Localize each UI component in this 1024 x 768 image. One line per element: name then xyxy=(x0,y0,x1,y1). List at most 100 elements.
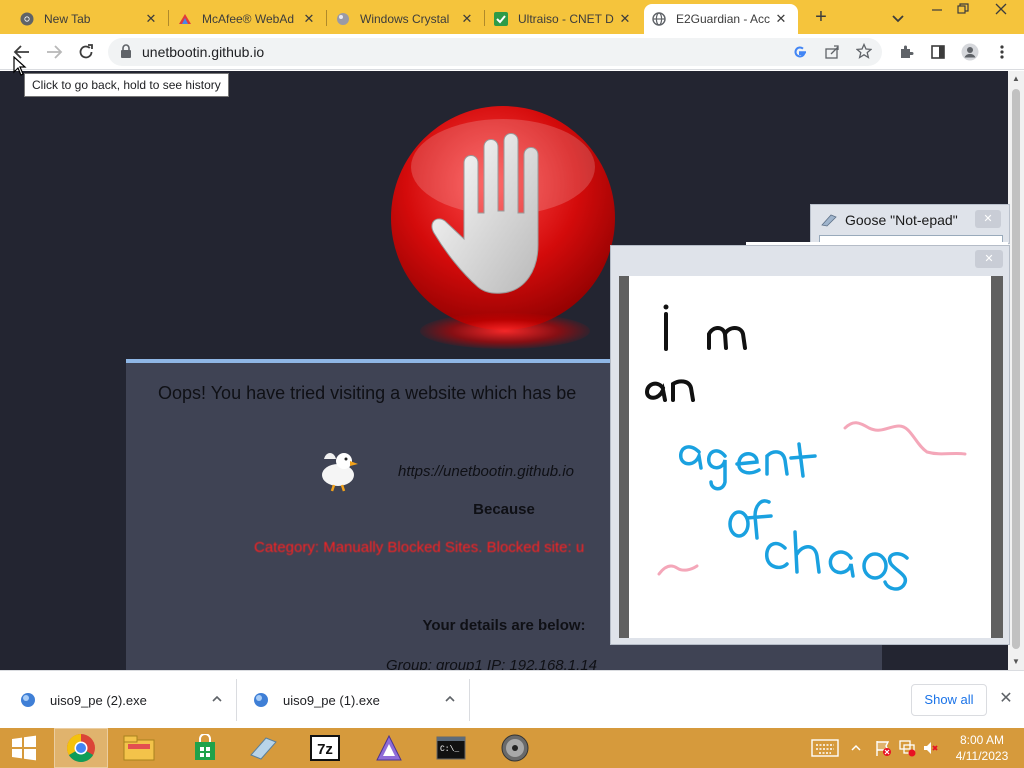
crystal-icon xyxy=(336,12,350,26)
crystal-icon xyxy=(250,737,277,760)
notepad-frame xyxy=(619,276,1003,638)
taskbar-cmd[interactable]: C:\_ xyxy=(424,728,478,768)
tab-title: McAfee® WebAd xyxy=(202,12,294,26)
action-center-flag-icon[interactable] xyxy=(872,728,894,768)
address-bar[interactable]: unetbootin.github.io xyxy=(108,38,882,66)
chevron-up-icon[interactable] xyxy=(202,693,232,708)
scroll-down-icon[interactable]: ▼ xyxy=(1008,654,1024,670)
new-tab-button[interactable]: + xyxy=(808,6,834,30)
clock-time: 8:00 AM xyxy=(959,733,1005,747)
tab-close-icon[interactable]: ✕ xyxy=(142,11,160,27)
tab-e2guardian[interactable]: E2Guardian - Acc ✕ xyxy=(644,4,798,34)
store-icon xyxy=(195,734,215,760)
app-icon xyxy=(376,734,402,761)
taskbar-store[interactable] xyxy=(178,728,232,768)
show-all-button[interactable]: Show all xyxy=(911,684,987,716)
cmd-label: C:\_ xyxy=(440,745,459,754)
notepad-close-button[interactable]: ✕ xyxy=(975,250,1003,268)
mouse-cursor-icon xyxy=(13,56,27,76)
reload-button[interactable] xyxy=(76,42,96,62)
group-ip-text: Group: group1 IP: 192.168.1.14 xyxy=(386,657,597,670)
back-tooltip: Click to go back, hold to see history xyxy=(24,73,229,97)
taskbar-crystal[interactable] xyxy=(236,728,290,768)
file-explorer-icon xyxy=(123,735,155,761)
mcafee-icon xyxy=(178,12,192,26)
volume-muted-icon[interactable] xyxy=(920,728,942,768)
touch-keyboard-icon[interactable] xyxy=(810,728,840,768)
taskbar-file-explorer[interactable] xyxy=(112,728,166,768)
globe-icon xyxy=(652,12,666,26)
clock-date: 4/11/2023 xyxy=(955,749,1009,763)
download-filename: uiso9_pe (2).exe xyxy=(50,692,147,708)
downloads-close-icon[interactable]: ✕ xyxy=(996,689,1016,709)
side-panel-icon[interactable] xyxy=(928,42,948,62)
7zip-icon: 7z xyxy=(310,735,340,761)
lock-icon[interactable] xyxy=(120,44,132,63)
stop-glow xyxy=(420,313,590,349)
goose-icon xyxy=(322,453,358,492)
tab-strip: New Tab ✕ McAfee® WebAd ✕ Windows Crysta… xyxy=(0,0,1024,34)
taskbar-chrome[interactable] xyxy=(54,728,108,768)
blocked-url: https://unetbootin.github.io xyxy=(398,463,574,480)
disc-icon xyxy=(501,734,529,762)
tab-mcafee[interactable]: McAfee® WebAd ✕ xyxy=(170,4,326,34)
taskbar: 7z C:\_ 8:00 AM 4/11/2023 xyxy=(0,728,1024,768)
share-icon[interactable] xyxy=(824,44,840,65)
url-text[interactable]: unetbootin.github.io xyxy=(142,44,264,60)
tab-title: E2Guardian - Acc xyxy=(676,12,771,26)
menu-kebab-icon[interactable] xyxy=(992,42,1012,62)
tab-close-icon[interactable]: ✕ xyxy=(458,11,476,27)
tab-title: Windows Crystal xyxy=(360,12,450,26)
goose-notepad-window[interactable]: ✕ xyxy=(610,245,1010,645)
chevron-up-icon[interactable] xyxy=(435,693,465,708)
restore-icon[interactable] xyxy=(946,0,980,22)
network-icon[interactable] xyxy=(896,728,918,768)
extensions-icon[interactable] xyxy=(896,42,916,62)
handwriting-drawing xyxy=(644,304,967,591)
system-clock[interactable]: 8:00 AM 4/11/2023 xyxy=(948,732,1016,764)
tab-close-icon[interactable]: ✕ xyxy=(772,11,790,27)
tab-ultraiso-cnet[interactable]: Ultraiso - CNET D ✕ xyxy=(486,4,642,34)
downloads-bar: uiso9_pe (2).exe uiso9_pe (1).exe Show a… xyxy=(0,670,1024,728)
tab-new-tab[interactable]: New Tab ✕ xyxy=(12,4,168,34)
download-filename: uiso9_pe (1).exe xyxy=(283,692,380,708)
tab-title: New Tab xyxy=(44,12,91,26)
taskbar-disc[interactable] xyxy=(488,728,542,768)
stop-hand-icon xyxy=(391,106,615,330)
tab-windows-crystal[interactable]: Windows Crystal ✕ xyxy=(328,4,484,34)
start-button[interactable] xyxy=(0,728,48,768)
tab-close-icon[interactable]: ✕ xyxy=(300,11,318,27)
tab-title: Ultraiso - CNET D xyxy=(518,12,614,26)
scrollbar-thumb[interactable] xyxy=(1012,89,1020,649)
window-close-icon[interactable] xyxy=(984,0,1018,22)
download-item[interactable]: uiso9_pe (2).exe xyxy=(0,671,232,729)
google-icon[interactable] xyxy=(792,44,808,65)
tab-search-icon[interactable] xyxy=(888,8,908,28)
tray-expand-icon[interactable] xyxy=(848,728,864,768)
profile-avatar-icon[interactable] xyxy=(960,42,980,62)
block-heading: Oops! You have tried visiting a website … xyxy=(158,383,577,403)
browser-toolbar: unetbootin.github.io xyxy=(0,34,1024,70)
forward-button[interactable] xyxy=(44,42,64,62)
windows-logo-icon xyxy=(12,735,36,761)
taskbar-7zip[interactable]: 7z xyxy=(298,728,352,768)
cmd-icon: C:\_ xyxy=(436,736,466,760)
page-scrollbar[interactable]: ▲ ▼ xyxy=(1008,71,1024,670)
scroll-up-icon[interactable]: ▲ xyxy=(1008,71,1024,87)
7zip-label: 7z xyxy=(317,741,333,758)
cnet-icon xyxy=(494,12,508,26)
tab-close-icon[interactable]: ✕ xyxy=(616,11,634,27)
notepad-icon xyxy=(821,214,837,227)
notepad-title: Goose "Not-epad" xyxy=(845,212,958,228)
block-category: Category: Manually Blocked Sites. Blocke… xyxy=(254,539,585,556)
goose-notepad-window-back[interactable]: Goose "Not-epad" ✕ xyxy=(810,204,1010,245)
drawing-canvas[interactable] xyxy=(629,276,991,638)
chrome-icon xyxy=(67,734,95,762)
chrome-icon xyxy=(20,12,34,26)
screen: New Tab ✕ McAfee® WebAd ✕ Windows Crysta… xyxy=(0,0,1024,768)
exe-file-icon xyxy=(254,693,268,707)
download-item[interactable]: uiso9_pe (1).exe xyxy=(233,671,465,729)
notepad-back-close-button[interactable]: ✕ xyxy=(975,210,1001,228)
bookmark-star-icon[interactable] xyxy=(855,42,873,64)
taskbar-app[interactable] xyxy=(362,728,416,768)
